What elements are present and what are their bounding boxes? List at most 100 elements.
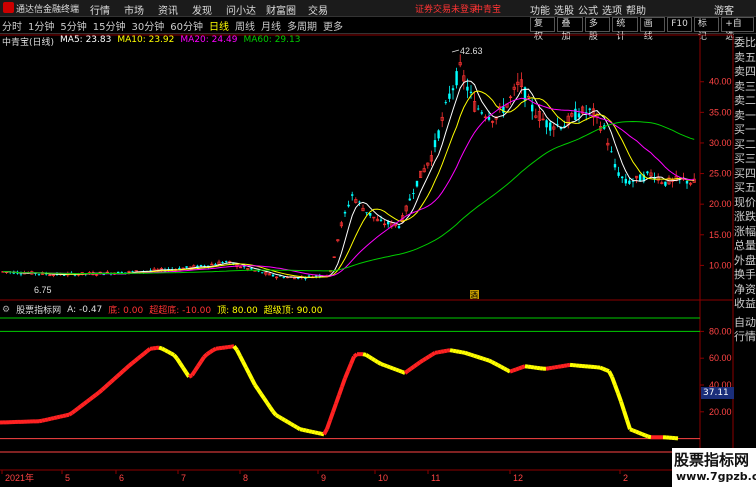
- osc-segment: [497, 363, 502, 369]
- osc-segment: [118, 369, 125, 376]
- candle-body: [397, 226, 401, 228]
- candle-body: [549, 122, 552, 131]
- indicator-a: A: -0.47: [67, 304, 103, 315]
- osc-segment: [362, 352, 367, 357]
- osc-segment: [250, 378, 257, 386]
- osc-segment: [473, 353, 478, 359]
- indicator-chaoding: 超级顶: 90.00: [263, 306, 323, 316]
- date-tick-label: 11: [431, 473, 440, 483]
- osc-segment: [271, 410, 278, 417]
- osc-segment: [286, 420, 293, 426]
- candle-body: [221, 262, 224, 264]
- osc-segment: [380, 362, 385, 367]
- candle-body: [351, 194, 354, 196]
- osc-segment: [455, 349, 460, 354]
- candle-body: [365, 212, 368, 214]
- osc-segment: [172, 353, 179, 360]
- osc-segment: [308, 429, 313, 434]
- osc-tick-label: 80.00: [709, 326, 732, 336]
- high-annotation-pointer: [451, 49, 460, 53]
- event-marker-label: 酒: [470, 291, 478, 300]
- price-tick-label: 35.00: [709, 107, 732, 117]
- watermark-line2: www.7gpzb.com: [676, 470, 756, 483]
- candle-body: [343, 212, 347, 214]
- date-tick-label: 2021年: [5, 472, 34, 483]
- osc-segment: [340, 377, 347, 388]
- osc-segment: [67, 411, 74, 417]
- osc-segment: [265, 401, 272, 409]
- osc-segment: [518, 365, 523, 371]
- candle-body: [455, 71, 458, 86]
- osc-tick-label: 20.00: [709, 407, 732, 417]
- quote-field-label: 卖二: [734, 94, 756, 107]
- osc-segment: [434, 350, 439, 355]
- osc-segment: [106, 380, 113, 387]
- osc-segment: [619, 400, 626, 412]
- osc-segment: [94, 390, 101, 397]
- quote-tab[interactable]: 行情: [734, 330, 756, 345]
- candle-body: [369, 213, 372, 216]
- quote-field-label: 卖三: [734, 79, 756, 93]
- osc-segment: [625, 419, 632, 430]
- osc-segment: [181, 366, 188, 374]
- osc-segment: [59, 414, 64, 419]
- osc-segment: [616, 392, 623, 403]
- osc-segment: [461, 350, 466, 355]
- candle-body: [102, 274, 105, 276]
- indicator-di: 底: 0.00: [108, 306, 144, 316]
- osc-segment: [103, 383, 110, 389]
- osc-segment: [161, 346, 166, 352]
- quote-field-label: 收益: [734, 297, 756, 310]
- osc-segment: [311, 429, 316, 435]
- osc-segment: [325, 419, 332, 430]
- osc-segment: [602, 366, 607, 372]
- osc-segment: [241, 360, 248, 369]
- osc-segment: [232, 345, 239, 352]
- candle-body: [358, 201, 361, 203]
- osc-segment: [509, 368, 514, 374]
- candle-body: [444, 102, 447, 104]
- gear-icon[interactable]: ⚙: [2, 305, 10, 315]
- quote-field-label: 卖五: [734, 50, 756, 64]
- low-annotation: 6.75: [34, 285, 52, 295]
- quote-field-label: 涨幅: [734, 224, 756, 238]
- osc-segment: [193, 365, 200, 372]
- quote-tab[interactable]: 自动: [734, 316, 756, 331]
- quote-field-label: 总量: [734, 239, 756, 252]
- osc-segment: [212, 346, 217, 352]
- osc-segment: [115, 372, 122, 379]
- osc-segment: [467, 351, 472, 357]
- osc-segment: [488, 358, 493, 364]
- osc-segment: [622, 410, 629, 421]
- osc-segment: [56, 414, 61, 420]
- osc-segment: [247, 372, 254, 381]
- osc-segment: [610, 376, 617, 386]
- osc-segment: [53, 415, 58, 421]
- osc-segment: [412, 362, 419, 369]
- osc-segment: [452, 348, 457, 354]
- osc-segment: [641, 432, 646, 438]
- osc-segment: [314, 430, 319, 436]
- candle-body: [617, 172, 620, 176]
- osc-segment: [485, 357, 490, 363]
- osc-segment: [268, 405, 275, 413]
- osc-segment: [370, 356, 377, 363]
- osc-segment: [440, 349, 445, 354]
- quote-field-label: 卖一: [734, 108, 756, 122]
- kline-chart[interactable]: 40.00 35.00 30.00 25.00 20.00 15.00 10.00 80.00…: [0, 0, 756, 487]
- candle-body: [387, 221, 390, 225]
- osc-segment: [164, 348, 169, 354]
- candle-body: [250, 268, 253, 270]
- osc-segment: [136, 354, 143, 361]
- indicator-title[interactable]: 股票指标网: [16, 303, 61, 316]
- osc-segment: [328, 411, 335, 422]
- osc-segment: [479, 355, 484, 361]
- ma20-line: [2, 97, 695, 277]
- candle-body: [415, 180, 419, 187]
- osc-segment: [503, 366, 508, 372]
- osc-segment: [244, 366, 251, 375]
- osc-segment: [202, 352, 209, 359]
- quote-field-label: 买五: [734, 181, 756, 194]
- osc-segment: [403, 369, 410, 375]
- osc-segment: [367, 354, 374, 361]
